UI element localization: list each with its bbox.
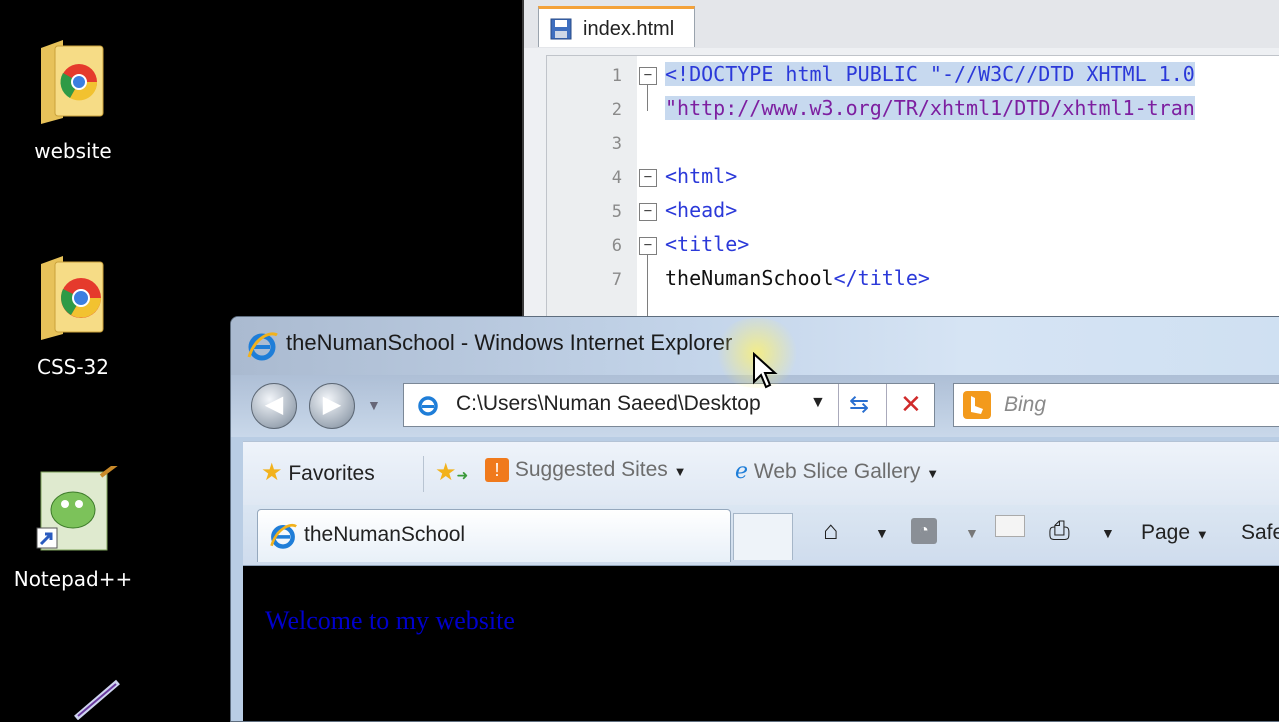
- home-icon: ⌂: [823, 515, 839, 545]
- web-slice-label: Web Slice Gallery: [753, 460, 921, 483]
- line-number: 2: [611, 100, 622, 120]
- browser-tab[interactable]: theNumanSchool: [257, 509, 731, 562]
- line-number: 3: [611, 134, 622, 154]
- line-number: 7: [611, 270, 622, 290]
- page-menu-button[interactable]: Page ▼: [1141, 521, 1209, 545]
- code-line-6: <title>: [665, 232, 750, 256]
- page-menu-label: Page: [1141, 521, 1191, 544]
- address-dropdown-icon[interactable]: ▼: [810, 394, 826, 412]
- code-line-1: <!DOCTYPE html PUBLIC "-//W3C//DTD XHTML…: [665, 62, 1195, 86]
- page-content: Welcome to my website: [243, 566, 1279, 721]
- chevron-down-icon[interactable]: ▼: [1101, 525, 1115, 541]
- line-number: 5: [611, 202, 622, 222]
- ie-logo-icon: [247, 332, 278, 361]
- search-placeholder: Bing: [1004, 393, 1047, 416]
- line-number: 1: [611, 66, 622, 86]
- safety-menu-label: Safe: [1241, 521, 1279, 544]
- web-slice-gallery-link[interactable]: ℯ Web Slice Gallery ▼: [735, 458, 939, 484]
- star-icon: ★: [261, 459, 283, 486]
- feeds-button[interactable]: ◔: [911, 517, 937, 544]
- chevron-down-icon: ▼: [926, 466, 940, 481]
- desktop-icon-website[interactable]: website: [13, 28, 133, 163]
- desktop-icon-notepadpp[interactable]: Notepad++: [13, 462, 133, 591]
- search-box[interactable]: Bing: [953, 383, 1279, 427]
- new-tab-button[interactable]: [733, 513, 793, 560]
- stop-button[interactable]: ✕: [886, 384, 935, 426]
- chevron-down-icon: ▼: [1195, 527, 1209, 542]
- code-line-4: <html>: [665, 164, 738, 188]
- suggested-sites-icon: !: [485, 458, 509, 483]
- folder-icon: [41, 40, 104, 124]
- fold-toggle-icon[interactable]: −: [639, 67, 657, 85]
- read-mail-button[interactable]: [995, 515, 1025, 543]
- ie-tab-icon: [270, 524, 297, 549]
- print-button[interactable]: ⎙: [1049, 515, 1070, 547]
- tab-index-html[interactable]: index.html: [538, 6, 695, 47]
- code-line-5: <head>: [665, 198, 738, 222]
- printer-icon: ⎙: [1049, 515, 1070, 545]
- welcome-heading: Welcome to my website: [265, 606, 515, 635]
- safety-menu-button[interactable]: Safe: [1241, 521, 1279, 545]
- forward-button[interactable]: ▶: [309, 383, 355, 429]
- fold-toggle-icon[interactable]: −: [639, 237, 657, 255]
- fold-line: [647, 85, 648, 111]
- back-button[interactable]: ◀: [251, 383, 297, 429]
- tab-row: theNumanSchool ⌂ ▼ ◔ ▼ ⎙ ▼ Page ▼ Safe: [243, 505, 1279, 566]
- code-editor[interactable]: 1 2 3 4 5 6 7 − − − − <!DOCTYPE html PUB…: [546, 55, 1279, 330]
- tab-label: theNumanSchool: [304, 523, 466, 546]
- line-number: 6: [611, 236, 622, 256]
- suggested-sites-label: Suggested Sites: [514, 458, 668, 481]
- address-value: C:\Users\Numan Saeed\Desktop: [456, 392, 761, 415]
- suggested-sites-link[interactable]: ! Suggested Sites ▼: [485, 458, 687, 483]
- line-number: 4: [611, 168, 622, 188]
- chevron-down-icon: ▼: [673, 464, 687, 479]
- favorites-button[interactable]: ★ Favorites: [261, 458, 375, 487]
- chevron-down-icon[interactable]: ▼: [875, 525, 889, 541]
- mouse-cursor-icon: [753, 352, 778, 389]
- notepadpp-window: index.html 1 2 3 4 5 6 7 − − − − <!DOCTY…: [522, 0, 1279, 330]
- bing-icon: [963, 391, 991, 419]
- refresh-icon: ⇆: [849, 391, 870, 418]
- mail-icon: [995, 515, 1025, 537]
- address-bar[interactable]: C:\Users\Numan Saeed\Desktop ▼ ⇆ ✕: [403, 383, 935, 427]
- home-button[interactable]: ⌂: [823, 515, 839, 546]
- favorites-bar: ★ Favorites ★➜ ! Suggested Sites ▼ ℯ Web…: [243, 441, 1279, 506]
- add-to-favorites-icon[interactable]: ★➜: [435, 458, 468, 487]
- divider: [423, 456, 424, 492]
- window-title: theNumanSchool - Windows Internet Explor…: [286, 330, 733, 355]
- desktop-icon-label: website: [34, 139, 112, 163]
- fold-toggle-icon[interactable]: −: [639, 169, 657, 187]
- pen-icon: [74, 679, 120, 720]
- refresh-button[interactable]: ⇆: [838, 384, 887, 426]
- rss-icon: ◔: [911, 518, 937, 544]
- desktop-icon-label: CSS-32: [36, 355, 110, 379]
- save-file-icon: [550, 18, 572, 40]
- code-tag: </title>: [833, 266, 930, 290]
- favorites-label: Favorites: [288, 462, 375, 485]
- code-line-2: "http://www.w3.org/TR/xhtml1/DTD/xhtml1-…: [665, 96, 1195, 120]
- desktop-icon-label: Notepad++: [13, 567, 133, 591]
- history-dropdown-icon[interactable]: ▼: [367, 397, 381, 413]
- desktop-icon-css32[interactable]: CSS-32: [13, 244, 133, 379]
- page-icon: [418, 396, 438, 416]
- notepadpp-icon: [36, 462, 119, 551]
- web-slice-icon: ℯ: [735, 458, 749, 483]
- chrome-folder-icon: [41, 256, 104, 340]
- fold-line: [647, 255, 648, 325]
- code-text: theNumanSchool: [665, 266, 834, 290]
- tab-bar: index.html: [524, 0, 1279, 48]
- stop-icon: ✕: [900, 389, 922, 419]
- chevron-down-icon[interactable]: ▼: [965, 525, 979, 541]
- fold-toggle-icon[interactable]: −: [639, 203, 657, 221]
- code-line-7: theNumanSchool</title>: [665, 266, 930, 290]
- tab-label: index.html: [583, 18, 675, 40]
